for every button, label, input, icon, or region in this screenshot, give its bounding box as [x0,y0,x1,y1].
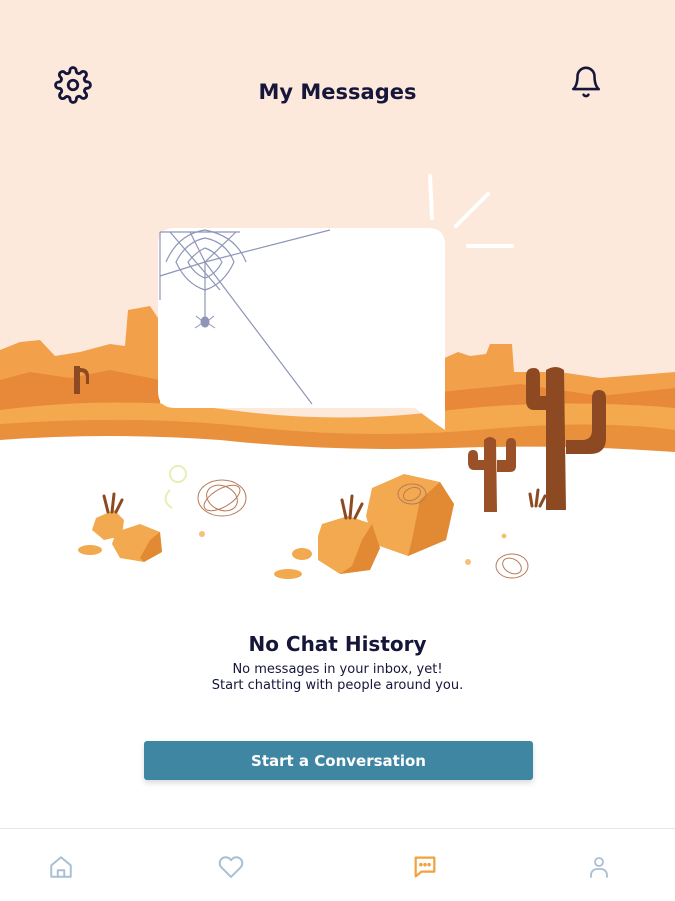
empty-state-message: No messages in your inbox, yet! Start ch… [0,662,675,694]
bottom-nav [0,828,675,901]
empty-state-line-1: No messages in your inbox, yet! [232,662,443,677]
app-header: My Messages [0,0,675,140]
heart-icon [218,856,244,878]
start-conversation-button[interactable]: Start a Conversation [144,741,533,780]
nav-favorites[interactable] [211,847,251,887]
empty-state-line-2: Start chatting with people around you. [211,678,464,693]
home-icon [50,856,72,878]
notifications-button[interactable] [564,60,608,104]
nav-messages[interactable] [405,847,445,887]
profile-icon [590,857,608,878]
pebble-2 [292,548,312,560]
nav-home[interactable] [41,847,81,887]
nav-profile[interactable] [579,847,619,887]
empty-state-heading: No Chat History [248,632,427,656]
speech-bubble [158,228,445,430]
empty-state: No Chat History No messages in your inbo… [0,632,675,694]
pebble-3 [274,569,302,579]
bell-icon [571,66,601,98]
pebble-1 [78,545,102,555]
chat-icon [414,856,436,878]
